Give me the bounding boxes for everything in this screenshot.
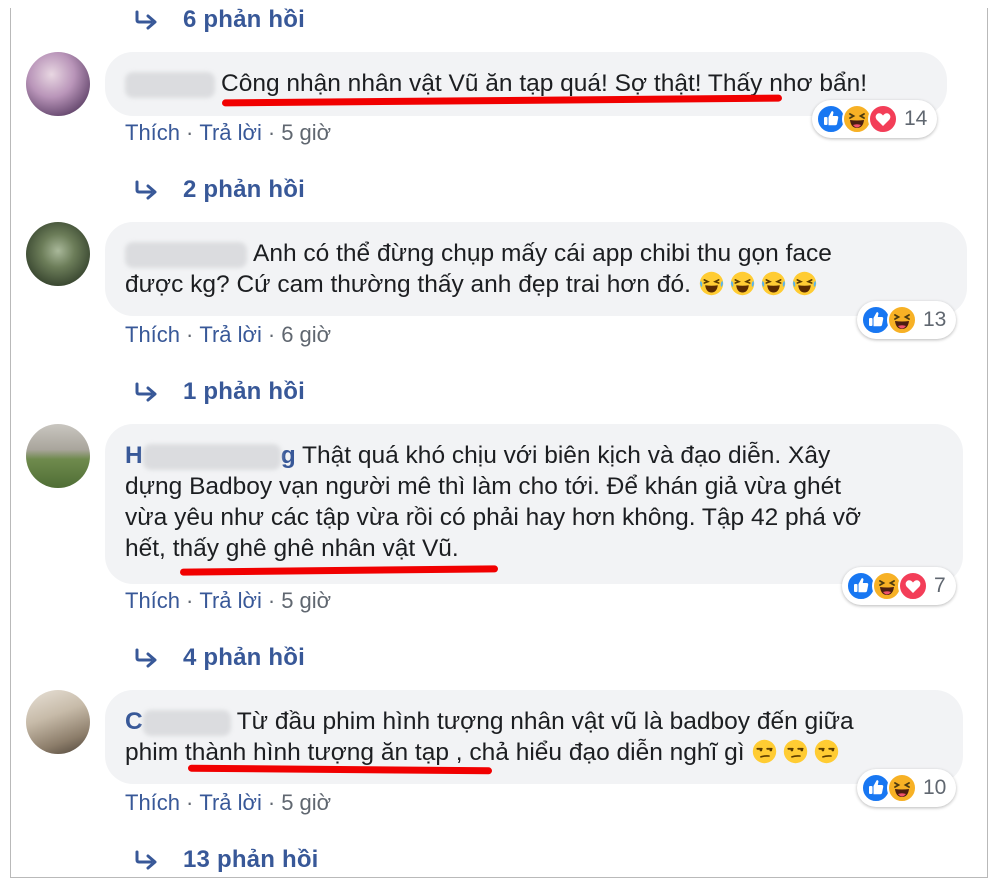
separator-dot: · bbox=[186, 588, 194, 613]
comment-actions: Thích · Trả lời · 6 giờ bbox=[125, 322, 331, 348]
comment-timestamp[interactable]: 5 giờ bbox=[281, 588, 331, 614]
laughing-emoji bbox=[698, 270, 725, 297]
love-icon bbox=[898, 571, 928, 601]
comment-body: C Từ đầu phim hình tượng nhân vật vũ là b… bbox=[125, 706, 945, 768]
comment-actions: Thích · Trả lời · 5 giờ bbox=[125, 588, 331, 614]
separator-dot: · bbox=[267, 322, 276, 347]
comment-text-line: hết, bbox=[125, 535, 173, 562]
avatar[interactable] bbox=[26, 222, 90, 286]
avatar[interactable] bbox=[26, 52, 90, 116]
unamused-emoji bbox=[751, 738, 778, 765]
comment-text-line: vừa yêu như các tập vừa rồi có phải hay … bbox=[125, 504, 862, 531]
like-link[interactable]: Thích bbox=[125, 322, 180, 348]
comment-text-line: Thật quá khó chịu với biên kịch và đạo d… bbox=[302, 442, 831, 469]
view-replies-link[interactable]: 1 phản hồi bbox=[135, 375, 305, 409]
comment-body: Công nhận nhân vật Vũ ăn tạp quá! Sợ thậ… bbox=[125, 68, 929, 99]
separator-dot: · bbox=[186, 120, 194, 145]
author-name-redacted[interactable] bbox=[125, 241, 247, 268]
reaction-summary[interactable]: 14 bbox=[812, 100, 938, 138]
reaction-count: 7 bbox=[934, 574, 946, 597]
view-replies-link[interactable]: 13 phản hồi bbox=[135, 843, 319, 877]
comment-actions: Thích · Trả lời · 5 giờ bbox=[125, 790, 331, 816]
view-replies-link[interactable]: 6 phản hồi bbox=[135, 3, 305, 37]
comment-timestamp[interactable]: 5 giờ bbox=[281, 790, 331, 816]
reply-link[interactable]: Trả lời bbox=[199, 322, 262, 348]
separator-dot: · bbox=[267, 120, 276, 145]
comment-bubble: Anh có thể đừng chụp mấy cái app chibi t… bbox=[105, 222, 967, 316]
comment-text-line: dựng Badboy vạn người mê thì làm cho tới… bbox=[125, 473, 842, 500]
comment-timestamp[interactable]: 6 giờ bbox=[281, 322, 331, 348]
comment-text-line: , chả hiểu đạo diễn nghĩ gì bbox=[448, 739, 745, 766]
highlighted-text: thấy ghê ghê nhân vật Vũ. bbox=[172, 535, 459, 562]
reaction-count: 14 bbox=[904, 107, 928, 130]
laughing-emoji bbox=[760, 270, 787, 297]
reaction-summary[interactable]: 10 bbox=[857, 769, 957, 807]
unamused-emoji bbox=[813, 738, 840, 765]
author-name-redacted[interactable] bbox=[142, 709, 231, 736]
comment-text-line: Anh có thể đừng chụp mấy cái app chibi t… bbox=[253, 240, 832, 267]
view-replies-link[interactable]: 2 phản hồi bbox=[135, 173, 305, 207]
comment-timestamp[interactable]: 5 giờ bbox=[281, 120, 331, 146]
comment-text-line: Từ đầu phim hình tượng nhân vật vũ là ba… bbox=[236, 708, 854, 735]
avatar[interactable] bbox=[26, 690, 90, 754]
separator-dot: · bbox=[267, 588, 276, 613]
author-name-redacted[interactable] bbox=[125, 71, 215, 98]
author-name-initial[interactable]: H bbox=[125, 442, 143, 469]
reply-link[interactable]: Trả lời bbox=[199, 120, 262, 146]
reply-count-label: 2 phản hồi bbox=[183, 176, 305, 203]
author-name-redacted[interactable] bbox=[142, 443, 281, 470]
reply-count-label: 1 phản hồi bbox=[183, 378, 305, 405]
comment-text-line: phim bbox=[125, 739, 185, 766]
reply-link[interactable]: Trả lời bbox=[199, 790, 262, 816]
separator-dot: · bbox=[267, 790, 276, 815]
author-name-tail[interactable]: g bbox=[281, 442, 296, 469]
view-replies-link[interactable]: 4 phản hồi bbox=[135, 641, 305, 675]
like-link[interactable]: Thích bbox=[125, 790, 180, 816]
like-link[interactable]: Thích bbox=[125, 588, 180, 614]
reply-arrow-icon bbox=[135, 850, 159, 870]
reply-arrow-icon bbox=[135, 382, 159, 402]
reply-arrow-icon bbox=[135, 180, 159, 200]
laughing-emoji bbox=[729, 270, 756, 297]
comment-text-line: được kg? Cứ cam thường thấy anh đẹp trai… bbox=[125, 271, 691, 298]
like-link[interactable]: Thích bbox=[125, 120, 180, 146]
author-name-initial[interactable]: C bbox=[125, 708, 143, 735]
comment-body: Hg Thật quá khó chịu với biên kịch và đạ… bbox=[125, 440, 945, 564]
comment-text: Công nhận nhân vật Vũ ăn tạp quá! Sợ thậ… bbox=[221, 70, 868, 97]
comment-bubble: Hg Thật quá khó chịu với biên kịch và đạ… bbox=[105, 424, 963, 584]
separator-dot: · bbox=[186, 790, 194, 815]
haha-icon bbox=[887, 773, 917, 803]
reply-arrow-icon bbox=[135, 10, 159, 30]
unamused-emoji bbox=[782, 738, 809, 765]
reaction-summary[interactable]: 13 bbox=[857, 301, 957, 339]
reply-count-label: 13 phản hồi bbox=[183, 846, 319, 873]
laughing-emoji bbox=[791, 270, 818, 297]
reaction-count: 13 bbox=[923, 308, 947, 331]
reply-count-label: 6 phản hồi bbox=[183, 6, 305, 33]
highlighted-text: thành hình tượng ăn tạp bbox=[184, 739, 449, 766]
love-icon bbox=[868, 104, 898, 134]
comment-body: Anh có thể đừng chụp mấy cái app chibi t… bbox=[125, 238, 949, 300]
reply-count-label: 4 phản hồi bbox=[183, 644, 305, 671]
comment-actions: Thích · Trả lời · 5 giờ bbox=[125, 120, 331, 146]
reply-link[interactable]: Trả lời bbox=[199, 588, 262, 614]
haha-icon bbox=[887, 305, 917, 335]
separator-dot: · bbox=[186, 322, 194, 347]
reaction-count: 10 bbox=[923, 776, 947, 799]
reply-arrow-icon bbox=[135, 648, 159, 668]
avatar[interactable] bbox=[26, 424, 90, 488]
reaction-summary[interactable]: 7 bbox=[842, 567, 956, 605]
